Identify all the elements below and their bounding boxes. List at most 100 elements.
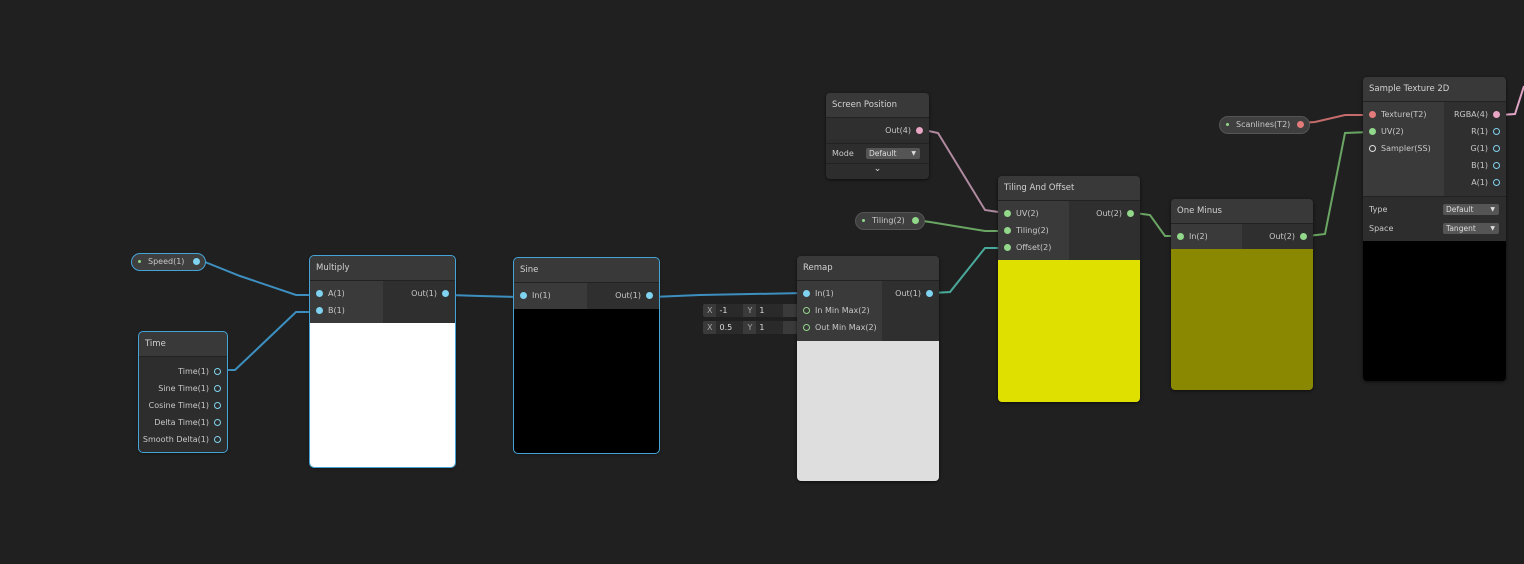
wire-speed-to-multiply-a	[204, 261, 310, 296]
node-multiply[interactable]: Multiply A(1) B(1) Out(1)	[309, 255, 456, 468]
tiling-input-offset[interactable]: Offset(2)	[998, 239, 1069, 256]
output-port[interactable]	[214, 368, 221, 375]
port-label: In(1)	[532, 291, 551, 300]
mode-dropdown[interactable]: Default ▼	[866, 148, 920, 159]
port-label: Offset(2)	[1016, 243, 1052, 252]
remap-output[interactable]: Out(1)	[882, 285, 939, 302]
node-sample-texture-2d[interactable]: Sample Texture 2D Texture(T2) UV(2) Samp…	[1363, 77, 1506, 381]
sample-output-b[interactable]: B(1)	[1444, 157, 1506, 174]
time-output-sine[interactable]: Sine Time(1)	[139, 380, 227, 397]
property-tiling[interactable]: Tiling(2)	[855, 212, 925, 230]
node-sine[interactable]: Sine In(1) Out(1)	[513, 257, 660, 454]
sample-input-uv[interactable]: UV(2)	[1363, 123, 1444, 140]
input-port[interactable]	[1004, 210, 1011, 217]
tiling-input-tiling[interactable]: Tiling(2)	[998, 222, 1069, 239]
time-output-cosine[interactable]: Cosine Time(1)	[139, 397, 227, 414]
remap-out-min-max-field[interactable]: X 0.5 Y 1	[703, 321, 799, 334]
multiply-output[interactable]: Out(1)	[383, 285, 456, 302]
output-port[interactable]	[1493, 128, 1500, 135]
node-remap[interactable]: Remap In(1) In Min Max(2) Out Min Max(2)…	[797, 256, 939, 481]
sample-output-rgba[interactable]: RGBA(4)	[1444, 106, 1506, 123]
sample-input-texture[interactable]: Texture(T2)	[1363, 106, 1444, 123]
one-minus-output[interactable]: Out(2)	[1242, 228, 1313, 245]
sample-output-g[interactable]: G(1)	[1444, 140, 1506, 157]
node-preview	[797, 341, 939, 481]
input-port[interactable]	[803, 307, 810, 314]
node-one-minus[interactable]: One Minus In(2) Out(2)	[1171, 199, 1313, 390]
output-port[interactable]	[214, 436, 221, 443]
multiply-input-b[interactable]: B(1)	[310, 302, 383, 319]
node-screen-position[interactable]: Screen Position Out(4) Mode Default ▼ ⌄	[826, 93, 929, 179]
sample-output-r[interactable]: R(1)	[1444, 123, 1506, 140]
chevron-down-icon[interactable]: ⌄	[826, 163, 929, 176]
port-label: Out(1)	[615, 291, 641, 300]
port-label: Sine Time(1)	[158, 384, 209, 393]
scanlines-output-port[interactable]	[1297, 121, 1304, 128]
input-port[interactable]	[316, 307, 323, 314]
dropdown-arrow-icon: ▼	[911, 150, 916, 157]
tiling-output-port[interactable]	[912, 217, 919, 224]
mode-value: Default	[869, 149, 897, 158]
output-port[interactable]	[916, 127, 923, 134]
node-title: Tiling And Offset	[998, 176, 1140, 201]
sine-input[interactable]: In(1)	[514, 287, 587, 304]
output-port[interactable]	[1493, 111, 1500, 118]
time-output-delta[interactable]: Delta Time(1)	[139, 414, 227, 431]
dropdown-arrow-icon: ▼	[1490, 206, 1495, 213]
space-dropdown[interactable]: Tangent ▼	[1443, 223, 1499, 234]
output-port[interactable]	[1493, 145, 1500, 152]
y-value-input[interactable]: 1	[756, 304, 784, 317]
output-port[interactable]	[214, 385, 221, 392]
output-port[interactable]	[1300, 233, 1307, 240]
y-label: Y	[747, 306, 753, 315]
input-port[interactable]	[1004, 227, 1011, 234]
output-port[interactable]	[214, 402, 221, 409]
input-port[interactable]	[520, 292, 527, 299]
property-scanlines[interactable]: Scanlines(T2)	[1219, 116, 1310, 134]
port-label: Tiling(2)	[1016, 226, 1049, 235]
wire-time-to-multiply-b	[221, 311, 310, 371]
node-tiling-and-offset[interactable]: Tiling And Offset UV(2) Tiling(2) Offset…	[998, 176, 1140, 402]
sample-output-a[interactable]: A(1)	[1444, 174, 1506, 191]
x-value-input[interactable]: 0.5	[716, 321, 744, 334]
tiling-output[interactable]: Out(2)	[1069, 205, 1140, 222]
speed-output-port[interactable]	[193, 258, 200, 265]
input-port[interactable]	[1177, 233, 1184, 240]
multiply-input-a[interactable]: A(1)	[310, 285, 383, 302]
tiling-input-uv[interactable]: UV(2)	[998, 205, 1069, 222]
input-port[interactable]	[1004, 244, 1011, 251]
remap-input-in[interactable]: In(1)	[797, 285, 882, 302]
remap-input-out-min-max[interactable]: Out Min Max(2)	[797, 319, 882, 336]
output-port[interactable]	[1127, 210, 1134, 217]
output-port[interactable]	[442, 290, 449, 297]
property-speed[interactable]: Speed(1)	[131, 253, 206, 271]
type-label: Type	[1369, 205, 1388, 214]
output-port[interactable]	[1493, 162, 1500, 169]
type-dropdown[interactable]: Default ▼	[1443, 204, 1499, 215]
output-port[interactable]	[646, 292, 653, 299]
time-output-time[interactable]: Time(1)	[139, 363, 227, 380]
mode-label: Mode	[832, 149, 854, 158]
time-output-smooth-delta[interactable]: Smooth Delta(1)	[139, 431, 227, 448]
node-preview	[1171, 249, 1313, 390]
port-label: In Min Max(2)	[815, 306, 870, 315]
input-port[interactable]	[316, 290, 323, 297]
output-port[interactable]	[214, 419, 221, 426]
input-port[interactable]	[1369, 128, 1376, 135]
y-value-input[interactable]: 1	[756, 321, 784, 334]
input-port[interactable]	[803, 290, 810, 297]
node-time[interactable]: Time Time(1) Sine Time(1) Cosine Time(1)…	[138, 331, 228, 453]
input-port[interactable]	[803, 324, 810, 331]
remap-in-min-max-field[interactable]: X -1 Y 1	[703, 304, 799, 317]
x-value-input[interactable]: -1	[716, 304, 744, 317]
output-port[interactable]	[926, 290, 933, 297]
remap-input-in-min-max[interactable]: In Min Max(2)	[797, 302, 882, 319]
sample-input-sampler[interactable]: Sampler(SS)	[1363, 140, 1444, 157]
input-port[interactable]	[1369, 145, 1376, 152]
screen-position-output[interactable]: Out(4)	[826, 122, 929, 139]
output-port[interactable]	[1493, 179, 1500, 186]
port-label: Out(1)	[411, 289, 437, 298]
input-port[interactable]	[1369, 111, 1376, 118]
one-minus-input[interactable]: In(2)	[1171, 228, 1242, 245]
sine-output[interactable]: Out(1)	[587, 287, 660, 304]
